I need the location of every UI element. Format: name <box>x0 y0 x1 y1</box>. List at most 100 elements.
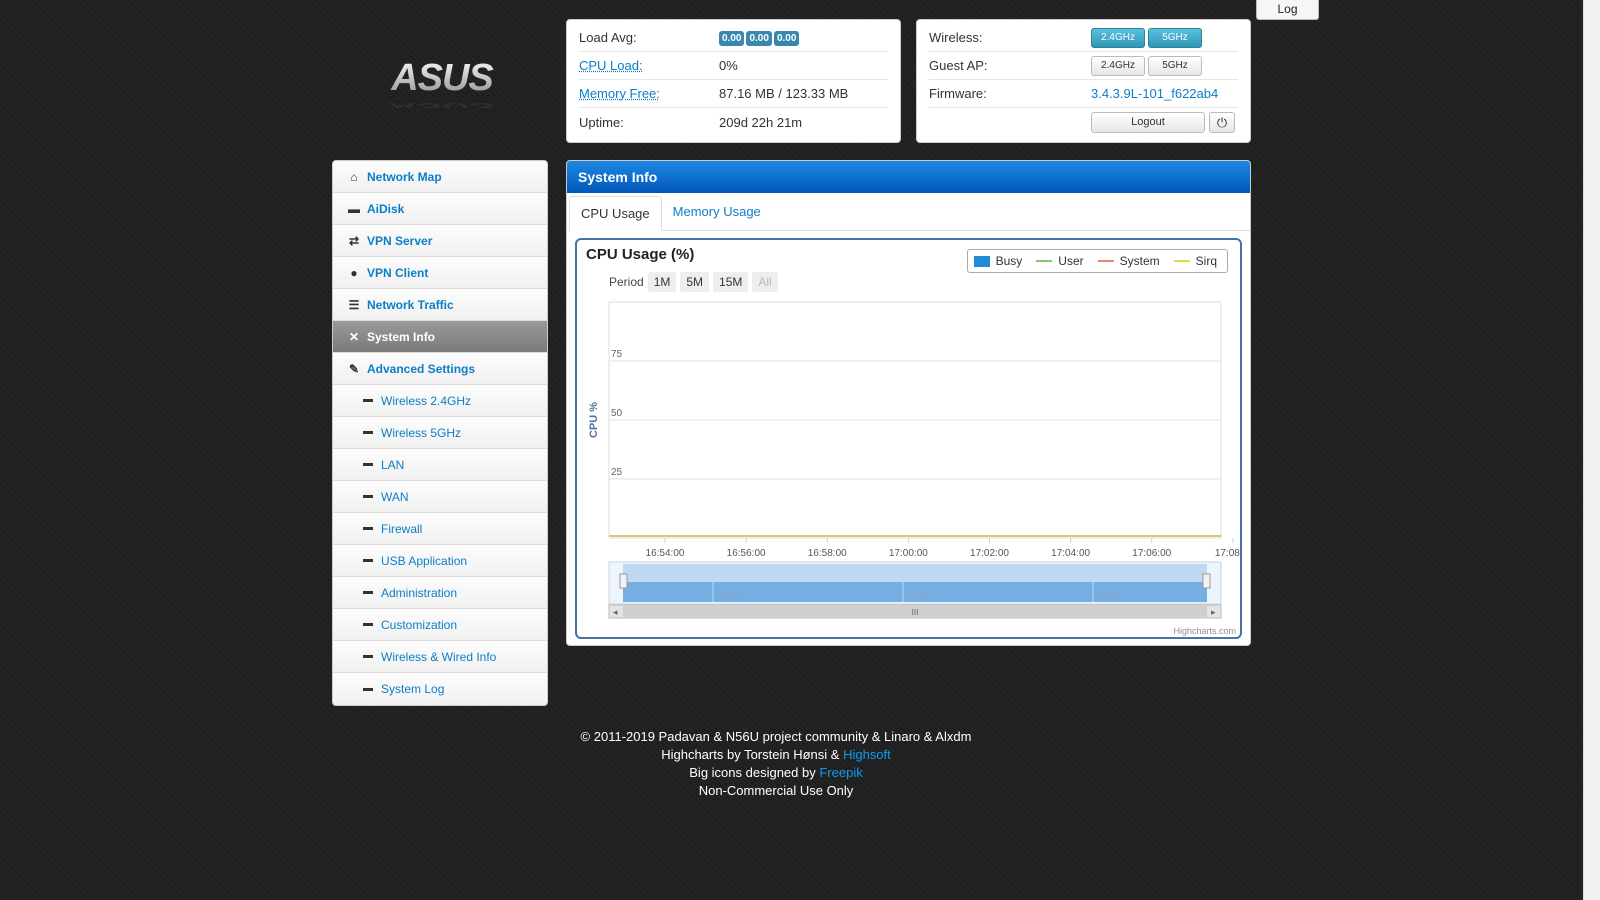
sidebar-subitem-wireless-wired-info[interactable]: Wireless & Wired Info <box>333 641 547 673</box>
disk-icon: ▬ <box>348 201 360 216</box>
sidebar-item-label: WAN <box>381 489 409 504</box>
sidebar-item-label: AiDisk <box>367 201 405 216</box>
navigator-right-handle <box>1202 573 1211 589</box>
system-info-panel: System Info CPU Usage Memory Usage CPU U… <box>566 160 1251 646</box>
sidebar-item-label: Network Map <box>367 169 442 184</box>
wireless-24ghz-toggle[interactable]: 2.4GHz <box>1091 27 1145 48</box>
scroll-left-icon: ◂ <box>613 607 618 617</box>
load-avg-15m: 0.00 <box>773 31 800 46</box>
x-tick-label: 17:00:00 <box>889 548 928 559</box>
dash-icon <box>363 431 373 434</box>
power-icon[interactable]: ⏻ <box>1209 111 1235 133</box>
tab-bar: CPU Usage Memory Usage <box>567 193 1250 231</box>
sidebar-subitem-wireless-5ghz[interactable]: Wireless 5GHz <box>333 417 547 449</box>
wireless-label: Wireless: <box>929 30 983 45</box>
x-tick-label: 16:54:00 <box>646 548 685 559</box>
x-tick-label: 16:56:00 <box>727 548 766 559</box>
sidebar-subitem-wireless-24ghz[interactable]: Wireless 2.4GHz <box>333 385 547 417</box>
y-axis-label: CPU % <box>588 402 600 438</box>
log-button[interactable]: Log <box>1256 0 1319 20</box>
footer-icons-line: Big icons designed by Freepik <box>566 764 986 782</box>
sidebar-subitem-lan[interactable]: LAN <box>333 449 547 481</box>
sidebar-subitem-customization[interactable]: Customization <box>333 609 547 641</box>
tab-cpu-usage[interactable]: CPU Usage <box>569 196 662 231</box>
cpu-load-link[interactable]: CPU Load: <box>579 58 719 73</box>
x-tick-label: 17:04:00 <box>1051 548 1090 559</box>
list-icon: ☰ <box>348 297 360 312</box>
footer-highcharts-line: Highcharts by Torstein Hønsi & Highsoft <box>566 746 986 764</box>
guest-ap-label: Guest AP: <box>929 58 988 73</box>
sidebar-item-label: LAN <box>381 457 405 472</box>
sidebar-item-label: Customization <box>381 617 458 632</box>
sidebar-item-label: Network Traffic <box>367 297 454 312</box>
status-panel: Load Avg: 0.00 0.00 0.00 CPU Load: 0% Memo… <box>566 19 901 143</box>
sidebar-subitem-usb-application[interactable]: USB Application <box>333 545 547 577</box>
wireless-5ghz-toggle[interactable]: 5GHz <box>1148 27 1202 48</box>
navigator[interactable]: 16:55 17:00 17:05 III ◂ ▸ <box>608 561 1222 619</box>
wireless-panel: Wireless: 2.4GHz 5GHz Guest AP: 2.4GHz 5… <box>916 19 1251 143</box>
globe-icon: ● <box>350 265 358 280</box>
sidebar-item-label: Firewall <box>381 521 423 536</box>
sidebar-item-label: USB Application <box>381 553 468 568</box>
x-tick-label: 16:58:00 <box>808 548 847 559</box>
x-tick-label: 17:02:00 <box>970 548 1009 559</box>
sidebar-item-vpn-server[interactable]: ⇄ VPN Server <box>333 225 547 257</box>
firmware-row: Firmware: 3.4.3.9L-101_f622ab4 <box>929 80 1238 108</box>
sidebar-nav: ⌂ Network Map ▬ AiDisk ⇄ VPN Server ● VPN Cl… <box>332 160 548 706</box>
dash-icon <box>363 495 373 498</box>
footer-text: Big icons designed by <box>689 765 820 780</box>
logout-row: Logout ⏻ <box>929 108 1238 136</box>
sidebar-item-vpn-client[interactable]: ● VPN Client <box>333 257 547 289</box>
load-avg-row: Load Avg: 0.00 0.00 0.00 <box>579 24 888 52</box>
scrollbar-grip-icon: III <box>912 608 919 617</box>
home-icon: ⌂ <box>350 169 358 184</box>
x-tick-label: 17:08:... <box>1215 548 1240 559</box>
x-tick-label: 17:06:00 <box>1132 548 1171 559</box>
sidebar-subitem-wan[interactable]: WAN <box>333 481 547 513</box>
sidebar-item-label: Advanced Settings <box>367 361 476 376</box>
footer-copyright: © 2011-2019 Padavan & N56U project commu… <box>580 729 972 744</box>
sidebar-subitem-firewall[interactable]: Firewall <box>333 513 547 545</box>
sidebar-item-label: VPN Server <box>367 233 433 248</box>
dash-icon <box>363 655 373 658</box>
memory-free-link[interactable]: Memory Free: <box>579 86 719 101</box>
wrench-icon: ✎ <box>348 361 360 376</box>
chart-plot: 25 50 75 16:54:00 16:56:00 16:58:00 17:00:00 1… <box>588 301 1240 619</box>
sidebar-item-advanced-settings[interactable]: ✎ Advanced Settings <box>333 353 547 385</box>
sidebar-item-aidisk[interactable]: ▬ AiDisk <box>333 193 547 225</box>
asus-logo: ASUS ASUS <box>388 58 495 108</box>
svg-text:ASUS: ASUS <box>388 100 495 108</box>
svg-text:ASUS: ASUS <box>390 58 493 99</box>
page-title: System Info <box>567 161 1250 193</box>
page-scrollbar[interactable] <box>1583 0 1600 900</box>
y-tick-label: 75 <box>611 349 623 360</box>
scroll-right-icon: ▸ <box>1211 607 1216 617</box>
load-avg-1m: 0.00 <box>719 31 745 46</box>
sidebar-item-label: Administration <box>381 585 458 600</box>
footer-license: Non-Commercial Use Only <box>698 783 854 798</box>
sidebar-item-label: Wireless & Wired Info <box>381 649 497 664</box>
guest-5ghz-toggle[interactable]: 5GHz <box>1148 55 1202 76</box>
logout-button[interactable]: Logout <box>1091 111 1205 133</box>
sidebar-item-system-info[interactable]: ✕ System Info <box>333 321 547 353</box>
y-tick-label: 25 <box>611 467 623 478</box>
sidebar-item-network-traffic[interactable]: ☰ Network Traffic <box>333 289 547 321</box>
sidebar-subitem-system-log[interactable]: System Log <box>333 673 547 705</box>
load-avg-5m: 0.00 <box>746 31 772 46</box>
dash-icon <box>363 559 373 562</box>
cpu-chart: CPU Usage (%) Period 1M 5M 15M All Busy … <box>575 238 1242 639</box>
freepik-link[interactable]: Freepik <box>819 765 862 780</box>
highsoft-link[interactable]: Highsoft <box>843 747 891 762</box>
firmware-link[interactable]: 3.4.3.9L-101_f622ab4 <box>1091 86 1218 101</box>
sidebar-subitem-administration[interactable]: Administration <box>333 577 547 609</box>
cpu-load-value: 0% <box>719 58 738 73</box>
highcharts-credits[interactable]: Highcharts.com <box>1173 626 1236 636</box>
uptime-value: 209d 22h 21m <box>719 114 803 130</box>
sidebar-item-label: System Info <box>367 329 436 344</box>
sidebar-item-network-map[interactable]: ⌂ Network Map <box>333 161 547 193</box>
tab-memory-usage[interactable]: Memory Usage <box>662 195 772 230</box>
dash-icon <box>363 623 373 626</box>
cpu-load-row: CPU Load: 0% <box>579 52 888 80</box>
uptime-row: Uptime: 209d 22h 21m <box>579 108 888 136</box>
guest-24ghz-toggle[interactable]: 2.4GHz <box>1091 55 1145 76</box>
